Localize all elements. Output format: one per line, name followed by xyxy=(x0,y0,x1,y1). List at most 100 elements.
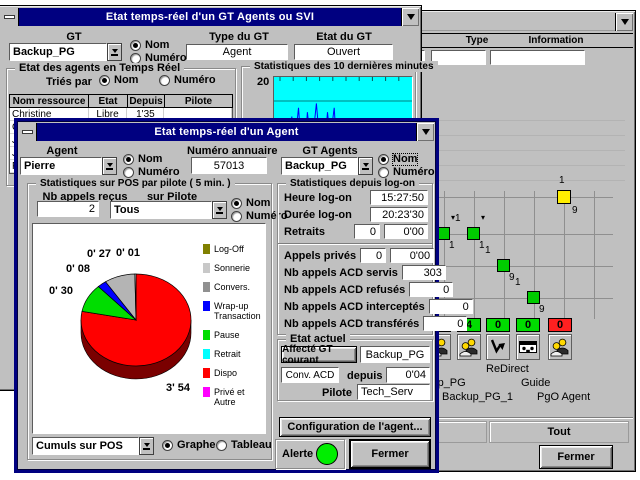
resource-icon-tile[interactable] xyxy=(516,334,540,360)
configuration-agent-button[interactable]: Configuration de l'agent... xyxy=(279,417,431,437)
diagram-node[interactable] xyxy=(497,259,510,272)
agent-label: Agent xyxy=(27,145,97,157)
node-count-top: 1 xyxy=(485,245,491,256)
titlebar-agent-window[interactable]: Etat temps-réel d'un Agent xyxy=(19,123,434,141)
stat-row: Retraits00'00 xyxy=(284,223,428,240)
stat-value-field: 0'00 xyxy=(390,248,434,263)
legend-label: Retrait xyxy=(214,349,241,359)
diagram-node[interactable] xyxy=(557,190,571,204)
resource-name-label: PgO Agent xyxy=(537,391,590,403)
legend-label: Convers. xyxy=(214,282,250,292)
stat-value-field: 15:27:50 xyxy=(370,190,428,205)
node-count-bottom: 9 xyxy=(509,272,515,283)
gt-label: GT xyxy=(29,31,119,43)
pie-legend: Log-OffSonnerieConvers.Wrap-up Transacti… xyxy=(203,244,267,416)
gt-combobox-value: Backup_PG xyxy=(9,43,107,61)
resource-icon-tile[interactable] xyxy=(457,334,481,360)
resource-icon-tile[interactable] xyxy=(486,334,510,360)
dropdown-icon[interactable] xyxy=(107,43,122,61)
legend-item: Wrap-up Transaction xyxy=(203,301,267,321)
dropdown-icon[interactable] xyxy=(358,157,373,175)
agent-combobox[interactable]: Pierre xyxy=(20,157,117,175)
legend-item: Log-Off xyxy=(203,244,267,254)
pie-label-dispo: 3' 54 xyxy=(166,382,190,394)
gt-agents-combobox[interactable]: Backup_PG xyxy=(281,157,373,175)
legend-label: Log-Off xyxy=(214,244,244,254)
node-count-top: 1 xyxy=(515,277,521,288)
radio-tries-nom[interactable]: Nom xyxy=(99,75,138,86)
window-title: Etat temps-réel d'un Agent xyxy=(154,126,298,138)
table-header-cell[interactable]: Etat xyxy=(89,94,128,108)
resource-icon-tile[interactable] xyxy=(548,334,572,360)
stat-row: Durée log-on20:23'30 xyxy=(284,206,428,223)
depuis-field: 0'04 xyxy=(386,367,430,383)
cumuls-combobox-value: Cumuls sur POS xyxy=(32,437,139,455)
table-header-cell[interactable]: Pilote xyxy=(165,94,233,108)
dropdown-icon[interactable] xyxy=(102,157,117,175)
status-count-box: 0 xyxy=(516,318,540,332)
radio-agent-numero[interactable]: Numéro xyxy=(123,167,180,178)
pilote-label: Pilote xyxy=(322,387,352,399)
gt-combobox[interactable]: Backup_PG xyxy=(9,43,122,61)
resource-name-label: Backup_PG_1 xyxy=(442,391,513,403)
stat-row: Heure log-on15:27:50 xyxy=(284,189,428,206)
grid-line-vertical xyxy=(504,191,505,319)
grid-line-vertical xyxy=(564,191,565,319)
pos-group-title: Statistiques sur POS par pilote ( 5 min.… xyxy=(36,178,235,189)
radio-nom-gt[interactable]: Nom xyxy=(130,40,169,51)
radio-tableau[interactable]: Tableau xyxy=(216,440,272,451)
stat-value-field: 20:23'30 xyxy=(370,207,428,222)
titlebar-gt-window[interactable]: Etat temps-réel d'un GT Agents ou SVI xyxy=(1,8,419,26)
dropdown-icon[interactable] xyxy=(212,201,227,219)
cumuls-combobox[interactable]: Cumuls sur POS xyxy=(32,437,154,455)
stat-value-field: 303 xyxy=(402,265,446,280)
window-title: Etat temps-réel d'un GT Agents ou SVI xyxy=(106,11,314,23)
radio-dot xyxy=(216,440,227,451)
legend-swatch xyxy=(203,282,210,292)
announcement-tape-icon xyxy=(518,337,538,357)
system-menu-icon[interactable] xyxy=(1,8,19,26)
dropdown-icon[interactable] xyxy=(139,437,154,455)
minimize-icon[interactable] xyxy=(416,123,434,141)
stat-value-field: 0 xyxy=(409,282,453,297)
radio-pilote-nom[interactable]: Nom xyxy=(231,198,270,209)
minimize-icon[interactable] xyxy=(401,8,419,26)
affecte-gt-courant-button[interactable]: Affecté GT courant xyxy=(281,346,357,363)
radio-dot xyxy=(378,154,389,165)
resource-name-label: ReDirect xyxy=(486,363,529,375)
agents-icon xyxy=(459,337,479,357)
pie-label-wrapup: 0' 08 xyxy=(66,263,90,275)
diagram-node[interactable] xyxy=(527,291,540,304)
legend-item: Privé et Autre xyxy=(203,387,267,407)
panel-section-tout[interactable]: Tout xyxy=(489,421,629,443)
radio-graphe[interactable]: Graphe xyxy=(162,440,216,451)
alerte-box: Alerte xyxy=(275,439,345,469)
affecte-gt-field: Backup_PG xyxy=(360,346,430,363)
radio-tries-numero[interactable]: Numéro xyxy=(159,75,216,86)
stat-value-field: 0'00 xyxy=(384,224,428,239)
fermer-button-back[interactable]: Fermer xyxy=(539,445,613,469)
tries-par-label: Triés par xyxy=(46,76,92,88)
window-agent[interactable]: Etat temps-réel d'un Agent Agent Pierre … xyxy=(14,118,439,473)
logon-group-title: Statistiques depuis log-on xyxy=(286,178,419,189)
agents-group-title: Etat des agents en Temps Réel xyxy=(15,63,184,74)
sur-pilote-combobox[interactable]: Tous xyxy=(110,201,227,219)
diagram-node[interactable] xyxy=(467,227,480,240)
pie-label-sonnerie: 0' 27 xyxy=(87,248,111,260)
stat-row: Nb appels ACD interceptés0 xyxy=(284,298,428,315)
table-header-cell[interactable]: Nom ressource xyxy=(9,94,89,108)
fermer-button-agent[interactable]: Fermer xyxy=(349,439,431,469)
node-marker-icon: ▾ xyxy=(481,214,485,222)
system-menu-icon[interactable] xyxy=(19,123,37,141)
radio-gtagents-nom[interactable]: Nom xyxy=(378,154,417,165)
radio-gtagents-numero[interactable]: Numéro xyxy=(378,167,435,178)
agents-icon xyxy=(550,337,570,357)
gt-agents-label: GT Agents xyxy=(295,145,365,157)
radio-dot xyxy=(162,440,173,451)
radio-agent-nom[interactable]: Nom xyxy=(123,154,162,165)
chevron-down-icon xyxy=(422,129,430,135)
agent-combobox-value: Pierre xyxy=(20,157,102,175)
stat-label: Nb appels ACD refusés xyxy=(284,284,405,296)
status-count-box: 0 xyxy=(486,318,510,332)
table-header-cell[interactable]: Depuis xyxy=(128,94,165,108)
